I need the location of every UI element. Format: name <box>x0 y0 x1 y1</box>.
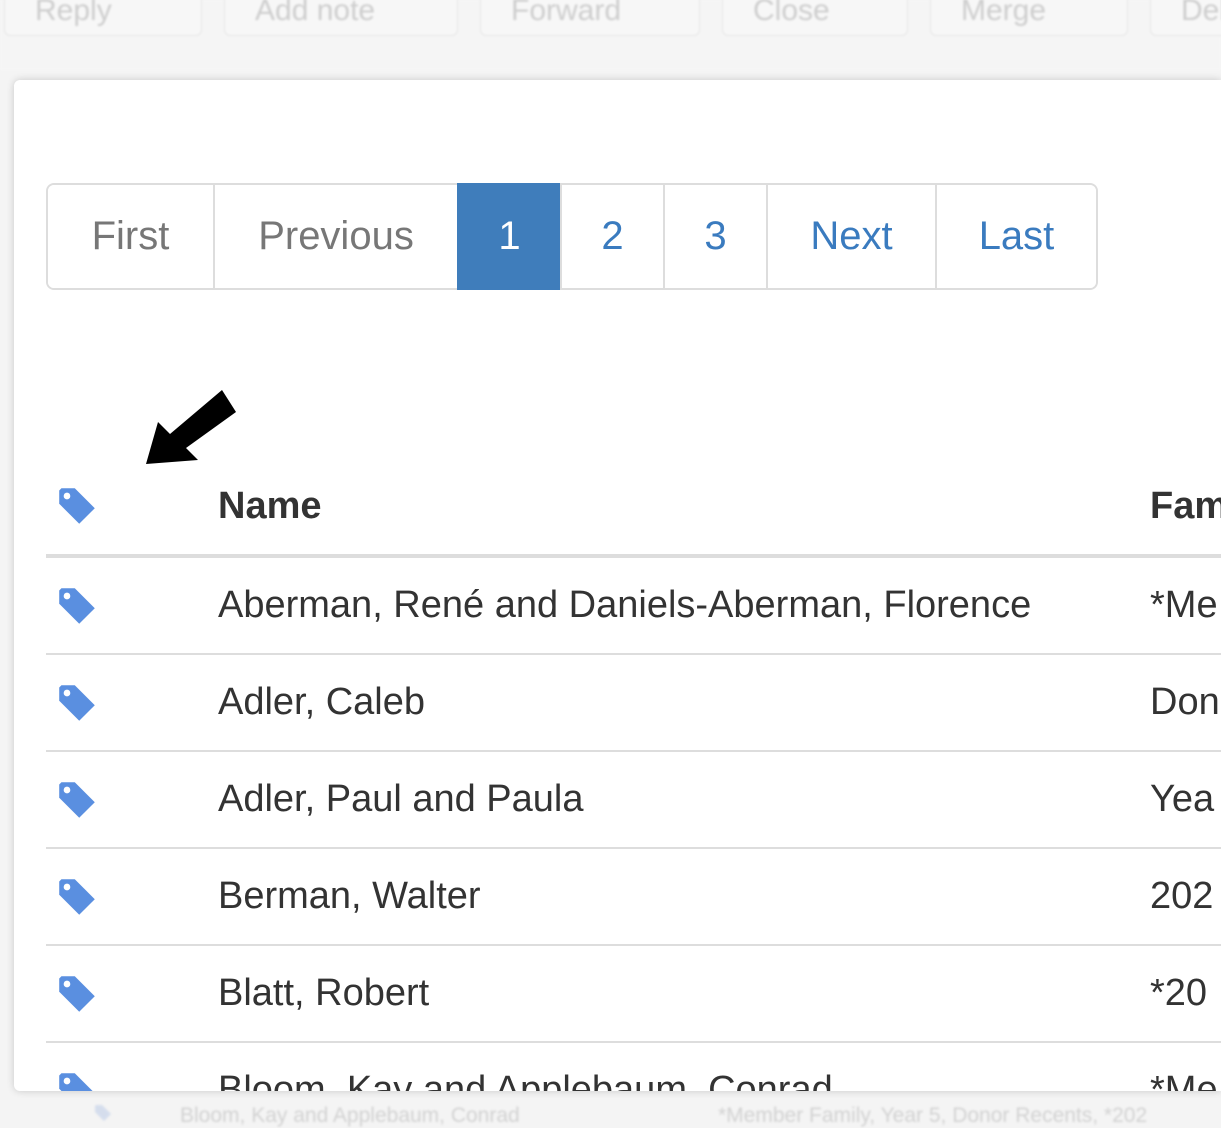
family-cell: Yea <box>1150 751 1221 849</box>
tag-cell[interactable] <box>46 945 218 1043</box>
close-button[interactable]: Close <box>722 0 908 36</box>
pagination-page-1[interactable]: 1 <box>457 183 560 290</box>
merge-button[interactable]: Merge <box>930 0 1128 36</box>
pagination-last[interactable]: Last <box>935 185 1096 288</box>
pagination-first[interactable]: First <box>48 185 213 288</box>
pagination-previous[interactable]: Previous <box>213 185 457 288</box>
tag-icon[interactable] <box>56 1071 218 1091</box>
table-row[interactable]: Berman, Walter 202 <box>46 848 1221 946</box>
tag-cell[interactable] <box>46 556 218 655</box>
name-cell[interactable]: Aberman, René and Daniels-Aberman, Flore… <box>218 556 1150 655</box>
tag-cell[interactable] <box>46 848 218 946</box>
tag-cell[interactable] <box>46 751 218 849</box>
background-row-name: Bloom, Kay and Applebaum, Conrad <box>180 1104 520 1127</box>
table-header-row: Name Fam <box>46 458 1221 558</box>
forward-button[interactable]: Forward <box>480 0 700 36</box>
pagination: First Previous 1 2 3 Next Last <box>46 183 1098 290</box>
tag-icon[interactable] <box>56 780 218 820</box>
tag-icon <box>56 486 218 526</box>
name-cell[interactable]: Adler, Caleb <box>218 654 1150 752</box>
tag-cell[interactable] <box>46 1042 218 1091</box>
name-cell[interactable]: Berman, Walter <box>218 848 1150 946</box>
name-cell[interactable]: Bloom, Kay and Applebaum, Conrad <box>218 1042 1150 1091</box>
tag-icon[interactable] <box>56 586 218 626</box>
family-cell: 202 <box>1150 848 1221 946</box>
family-cell: *20 <box>1150 945 1221 1043</box>
pagination-page-2[interactable]: 2 <box>560 185 663 288</box>
family-cell: Don <box>1150 654 1221 752</box>
pagination-page-3[interactable]: 3 <box>663 185 766 288</box>
reply-button[interactable]: Reply <box>4 0 202 36</box>
tag-cell[interactable] <box>46 654 218 752</box>
add-note-button[interactable]: Add note <box>224 0 458 36</box>
name-column-header[interactable]: Name <box>218 458 1150 558</box>
family-column-header[interactable]: Fam <box>1150 458 1221 558</box>
pagination-next[interactable]: Next <box>766 185 935 288</box>
modal-panel: First Previous 1 2 3 Next Last Name Fam … <box>14 80 1221 1091</box>
background-table-row: Bloom, Kay and Applebaum, Conrad *Member… <box>0 1096 1221 1127</box>
name-cell[interactable]: Adler, Paul and Paula <box>218 751 1150 849</box>
tag-icon[interactable] <box>56 683 218 723</box>
name-cell[interactable]: Blatt, Robert <box>218 945 1150 1043</box>
background-toolbar: Reply Add note Forward Close Merge Delet… <box>0 0 1221 70</box>
tag-icon[interactable] <box>56 974 218 1014</box>
table-row[interactable]: Adler, Paul and Paula Yea <box>46 751 1221 849</box>
background-row-family: *Member Family, Year 5, Donor Recents, *… <box>718 1104 1148 1127</box>
tag-icon <box>92 1104 114 1128</box>
table-row[interactable]: Blatt, Robert *20 <box>46 945 1221 1043</box>
table-row[interactable]: Bloom, Kay and Applebaum, Conrad *Me <box>46 1042 1221 1091</box>
family-cell: *Me <box>1150 1042 1221 1091</box>
tag-icon[interactable] <box>56 877 218 917</box>
tag-column-header[interactable] <box>46 458 218 558</box>
names-table: Name Fam Aberman, René and Daniels-Aberm… <box>46 458 1221 1091</box>
arrow-pointer-icon <box>146 390 236 464</box>
table-row[interactable]: Aberman, René and Daniels-Aberman, Flore… <box>46 556 1221 655</box>
table-row[interactable]: Adler, Caleb Don <box>46 654 1221 752</box>
family-cell: *Me <box>1150 556 1221 655</box>
delete-button[interactable]: Delete <box>1150 0 1221 36</box>
